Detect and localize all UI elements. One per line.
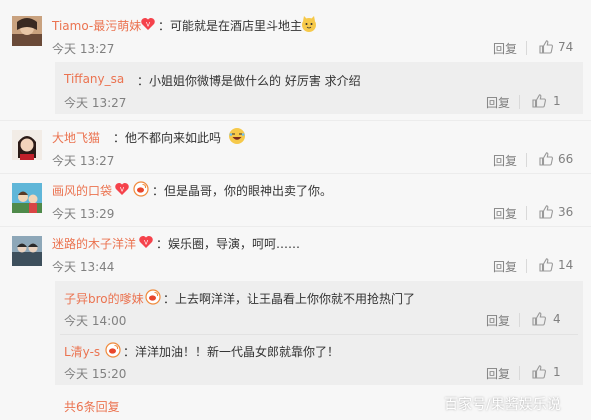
comment-time: 今天 13:29	[52, 207, 115, 221]
commenter-name[interactable]: 大地飞猫	[52, 129, 100, 146]
weibo-badge-icon[interactable]	[105, 342, 121, 358]
replier-name[interactable]: L清y-s	[64, 343, 100, 360]
reply-time: 今天 14:00	[64, 314, 127, 328]
comment-time: 今天 13:27	[52, 42, 115, 56]
reply-text: ：上去啊洋洋，让王晶看上你你就不用抢热门了	[163, 292, 416, 306]
comment-text: ：他不都向来如此吗	[113, 131, 222, 145]
thumbs-up-icon[interactable]	[538, 151, 554, 167]
like-count: 1	[553, 94, 561, 108]
reply-text: ：洋洋加油！！新一代晶女郎就靠你了！	[123, 345, 340, 359]
laughing-emoji	[228, 127, 245, 144]
thumbs-up-icon[interactable]	[538, 204, 554, 220]
reply-text: ：小姐姐你微博是做什么的 好厉害 求介绍	[137, 74, 361, 88]
divider	[526, 153, 527, 167]
reply-button[interactable]: 回复	[493, 152, 517, 169]
thumbs-up-icon[interactable]	[531, 364, 547, 380]
more-replies-link[interactable]: 共6条回复	[64, 398, 120, 415]
commenter-name[interactable]: Tiamo-最污萌妹	[52, 17, 141, 34]
weibo-badge-icon[interactable]	[133, 181, 149, 197]
reply-button[interactable]: 回复	[493, 40, 517, 57]
replier-name[interactable]: 子异bro的嗲妹	[64, 290, 144, 307]
thumbs-up-icon[interactable]	[531, 311, 547, 327]
like-count: 4	[553, 312, 561, 326]
reply-button[interactable]: 回复	[493, 258, 517, 275]
divider	[526, 206, 527, 220]
like-count: 14	[558, 258, 574, 272]
like-count: 1	[553, 365, 561, 379]
avatar[interactable]	[12, 183, 42, 213]
divider	[0, 120, 591, 121]
weibo-badge-icon[interactable]	[145, 289, 161, 305]
reply-time: 今天 13:27	[64, 96, 127, 110]
comment-time: 今天 13:27	[52, 154, 115, 168]
reply-button[interactable]: 回复	[486, 94, 510, 111]
divider	[526, 259, 527, 273]
like-count: 74	[558, 40, 574, 54]
divider	[519, 95, 520, 109]
vip-heart-icon[interactable]: V	[138, 234, 154, 250]
vip-heart-icon[interactable]: V	[114, 181, 130, 197]
comment-time: 今天 13:44	[52, 260, 115, 274]
avatar[interactable]	[12, 130, 42, 160]
divider	[519, 313, 520, 327]
watermark: 百家号/果酱娱乐说	[444, 397, 561, 413]
thumbs-up-icon[interactable]	[538, 39, 554, 55]
avatar[interactable]	[12, 236, 42, 266]
divider	[0, 173, 591, 174]
reply-button[interactable]: 回复	[486, 312, 510, 329]
comment-text: ：但是晶哥，你的眼神出卖了你。	[152, 184, 333, 198]
reply-button[interactable]: 回复	[493, 205, 517, 222]
avatar[interactable]	[12, 16, 42, 46]
cat-face-emoji	[300, 15, 316, 32]
commenter-name[interactable]: 迷路的木子洋洋	[52, 235, 136, 252]
comment-text: ：可能就是在酒店里斗地主	[158, 19, 303, 33]
comment-text: ：娱乐圈，导演，呵呵……	[156, 237, 301, 251]
divider	[60, 334, 578, 335]
vip-heart-icon[interactable]: V	[140, 16, 156, 32]
reply-button[interactable]: 回复	[486, 365, 510, 382]
thumbs-up-icon[interactable]	[531, 93, 547, 109]
divider	[0, 226, 591, 227]
thumbs-up-icon[interactable]	[538, 257, 554, 273]
commenter-name[interactable]: 画风的口袋	[52, 182, 112, 199]
reply-time: 今天 15:20	[64, 367, 127, 381]
like-count: 66	[558, 152, 574, 166]
divider	[526, 41, 527, 55]
replier-name[interactable]: Tiffany_sa	[64, 72, 124, 86]
divider	[519, 366, 520, 380]
like-count: 36	[558, 205, 574, 219]
